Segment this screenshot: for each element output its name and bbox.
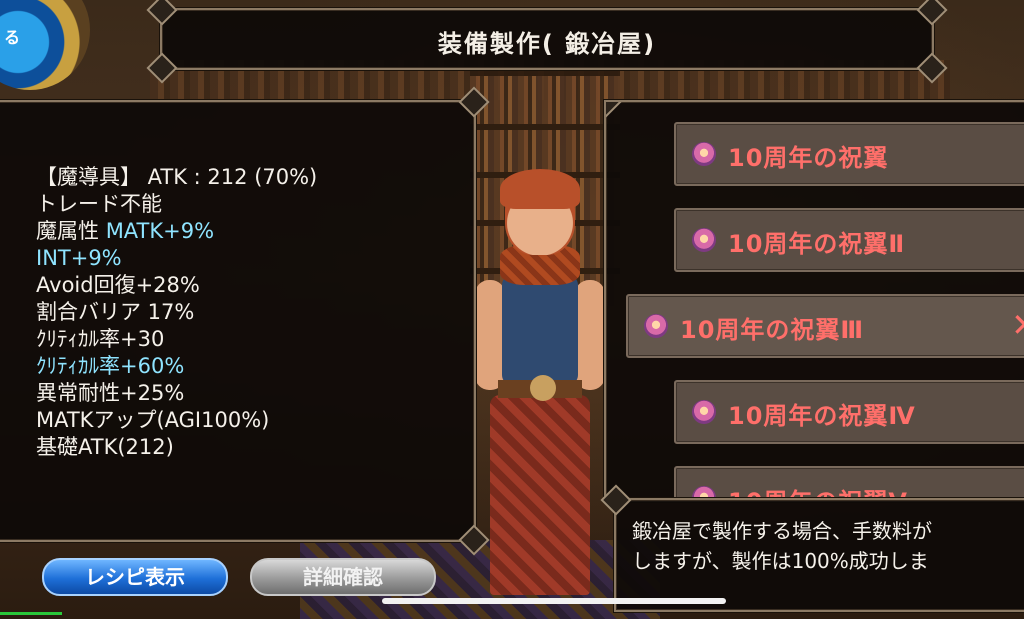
stat-line: MATKアップ(AGI100%) bbox=[36, 408, 270, 432]
character-arm-left bbox=[475, 280, 505, 390]
stat-line: 異常耐性+25% bbox=[36, 381, 185, 405]
description-box: 鍛冶屋で製作する場合、手数料が しますが、製作は100%成功しま bbox=[600, 484, 1024, 612]
description-line: 鍛冶屋で製作する場合、手数料が bbox=[632, 519, 932, 543]
stat-line: 魔属性 MATK+9% bbox=[36, 219, 215, 243]
character-legs bbox=[490, 395, 590, 595]
stat-line: 基礎ATK(212) bbox=[36, 435, 174, 459]
gem-icon bbox=[692, 142, 716, 166]
recipe-label: 10周年の祝翼Ⅱ bbox=[728, 230, 906, 258]
stat-line: ｸﾘﾃｨｶﾙ率+60% bbox=[36, 354, 185, 378]
recipe-item[interactable]: 10周年の祝翼Ⅴ bbox=[674, 466, 1024, 500]
recipe-item[interactable]: 10周年の祝翼Ⅱ bbox=[674, 208, 1024, 272]
character-hair bbox=[500, 169, 580, 209]
stat-line: INT+9% bbox=[36, 246, 122, 270]
gem-icon bbox=[692, 400, 716, 424]
character-buckle bbox=[530, 375, 556, 401]
stat-line: トレード不能 bbox=[36, 192, 162, 216]
window-title: 装備製作( 鍛冶屋) bbox=[437, 30, 657, 58]
frame-corner-ornament bbox=[606, 102, 622, 118]
description-text: 鍛冶屋で製作する場合、手数料が しますが、製作は100%成功しま bbox=[632, 516, 932, 576]
item-stats-panel: 【魔導具】 ATK : 212 (70%) トレード不能 魔属性 MATK+9%… bbox=[0, 86, 490, 556]
recipe-item-selected[interactable]: 10周年の祝翼Ⅲ ✕ bbox=[626, 294, 1024, 358]
recipe-item[interactable]: 10周年の祝翼Ⅳ bbox=[674, 380, 1024, 444]
gem-icon bbox=[692, 228, 716, 252]
stat-line: Avoid回復+28% bbox=[36, 273, 200, 297]
recipe-label: 10周年の祝翼Ⅳ bbox=[728, 402, 916, 430]
close-icon[interactable]: ✕ bbox=[1011, 306, 1024, 344]
recipe-label: 10周年の祝翼Ⅲ bbox=[680, 316, 865, 344]
recipe-item[interactable]: 10周年の祝翼 bbox=[674, 122, 1024, 186]
recipe-list-panel[interactable]: 10周年の祝翼 10周年の祝翼Ⅱ 10周年の祝翼Ⅲ ✕ 10周年の祝翼Ⅳ 10周… bbox=[604, 100, 1024, 502]
emblem-label: る bbox=[4, 28, 21, 47]
stat-line: 【魔導具】 ATK : 212 (70%) bbox=[36, 165, 318, 189]
title-bar: 装備製作( 鍛冶屋) bbox=[146, 0, 948, 84]
gem-icon bbox=[644, 314, 668, 338]
stat-line: ｸﾘﾃｨｶﾙ率+30 bbox=[36, 327, 165, 351]
detail-confirm-button[interactable]: 詳細確認 bbox=[250, 558, 436, 596]
stat-line: 割合バリア 17% bbox=[36, 300, 195, 324]
recipe-label: 10周年の祝翼 bbox=[728, 144, 889, 172]
description-line: しますが、製作は100%成功しま bbox=[632, 549, 929, 573]
character-body bbox=[502, 275, 578, 385]
player-character bbox=[470, 169, 610, 595]
show-recipe-button[interactable]: レシピ表示 bbox=[42, 558, 228, 596]
character-arm-right bbox=[575, 280, 605, 390]
item-stats-list: 【魔導具】 ATK : 212 (70%) トレード不能 魔属性 MATK+9%… bbox=[36, 164, 317, 461]
progress-indicator bbox=[0, 612, 62, 615]
home-indicator[interactable] bbox=[382, 598, 726, 604]
